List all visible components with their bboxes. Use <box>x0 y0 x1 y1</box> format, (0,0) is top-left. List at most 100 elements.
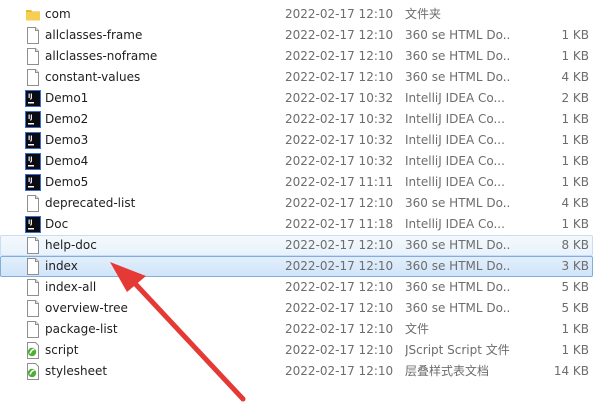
file-size: 1 KB <box>561 49 589 63</box>
file-date-modified: 2022-02-17 12:10 <box>285 7 394 21</box>
file-size: 1 KB <box>561 175 589 189</box>
intellij-file-icon: IJ <box>25 132 41 149</box>
file-name: help-doc <box>45 238 97 252</box>
file-date-modified: 2022-02-17 10:32 <box>285 154 394 168</box>
html-file-icon <box>25 27 41 44</box>
file-date-modified: 2022-02-17 12:10 <box>285 70 394 84</box>
file-row-index-all[interactable]: index-all 2022-02-17 12:10 360 se HTML Do.… <box>0 277 593 298</box>
file-type: IntelliJ IDEA Co... <box>405 112 505 126</box>
svg-text:IJ: IJ <box>28 93 32 100</box>
file-size: 1 KB <box>561 343 589 357</box>
html-file-icon <box>25 237 41 254</box>
html-file-icon <box>25 48 41 65</box>
file-size: 1 KB <box>561 133 589 147</box>
file-row-Doc[interactable]: IJ Doc 2022-02-17 11:18 IntelliJ IDEA Co...… <box>0 214 593 235</box>
file-row-constant-values[interactable]: constant-values 2022-02-17 12:10 360 se HT… <box>0 67 593 88</box>
file-row-Demo5[interactable]: IJ Demo5 2022-02-17 11:11 IntelliJ IDEA Co.… <box>0 172 593 193</box>
file-size: 4 KB <box>561 70 589 84</box>
file-date-modified: 2022-02-17 10:32 <box>285 91 394 105</box>
svg-text:IJ: IJ <box>28 156 32 163</box>
file-name: allclasses-frame <box>45 28 143 42</box>
file-name: constant-values <box>45 70 141 84</box>
file-name: Demo4 <box>45 154 89 168</box>
svg-text:IJ: IJ <box>28 177 32 184</box>
file-size: 14 KB <box>553 364 589 378</box>
file-row-allclasses-frame[interactable]: allclasses-frame 2022-02-17 12:10 360 se H… <box>0 25 593 46</box>
file-row-script[interactable]: script 2022-02-17 12:10 JScript Script 文件 1… <box>0 340 593 361</box>
intellij-file-icon: IJ <box>25 90 41 107</box>
file-name: Demo1 <box>45 91 89 105</box>
file-date-modified: 2022-02-17 12:10 <box>285 238 394 252</box>
file-date-modified: 2022-02-17 10:32 <box>285 133 394 147</box>
script-file-icon <box>25 363 41 380</box>
file-row-index[interactable]: index 2022-02-17 12:10 360 se HTML Do... 3 … <box>0 256 593 277</box>
file-date-modified: 2022-02-17 12:10 <box>285 28 394 42</box>
svg-text:IJ: IJ <box>28 135 32 142</box>
generic-file-icon <box>25 321 41 338</box>
file-date-modified: 2022-02-17 11:11 <box>285 175 394 189</box>
file-type: IntelliJ IDEA Co... <box>405 91 505 105</box>
file-size: 5 KB <box>561 301 589 315</box>
file-date-modified: 2022-02-17 12:10 <box>285 259 394 273</box>
file-date-modified: 2022-02-17 12:10 <box>285 343 394 357</box>
file-type: 360 se HTML Do... <box>405 196 511 210</box>
file-type: IntelliJ IDEA Co... <box>405 217 505 231</box>
file-name: Demo5 <box>45 175 89 189</box>
file-type: 360 se HTML Do... <box>405 70 511 84</box>
file-type: JScript Script 文件 <box>405 343 510 357</box>
file-list: com 2022-02-17 12:10 文件夹 allclasses-frame 20… <box>0 4 593 382</box>
file-date-modified: 2022-02-17 11:18 <box>285 217 394 231</box>
file-type: 文件 <box>405 322 430 336</box>
file-type: 360 se HTML Do... <box>405 28 511 42</box>
html-file-icon <box>25 69 41 86</box>
script-file-icon <box>25 342 41 359</box>
html-file-icon <box>25 279 41 296</box>
svg-text:IJ: IJ <box>28 114 32 121</box>
file-type: 层叠样式表文档 <box>405 364 490 378</box>
file-size: 1 KB <box>561 154 589 168</box>
file-name: package-list <box>45 322 118 336</box>
file-size: 5 KB <box>561 280 589 294</box>
file-size: 4 KB <box>561 196 589 210</box>
file-size: 8 KB <box>561 238 589 252</box>
file-row-deprecated-list[interactable]: deprecated-list 2022-02-17 12:10 360 se HT… <box>0 193 593 214</box>
html-file-icon <box>25 300 41 317</box>
file-name: index <box>45 259 78 273</box>
file-type: 360 se HTML Do... <box>405 259 511 273</box>
file-size: 2 KB <box>561 91 589 105</box>
file-row-Demo1[interactable]: IJ Demo1 2022-02-17 10:32 IntelliJ IDEA Co.… <box>0 88 593 109</box>
file-size: 1 KB <box>561 322 589 336</box>
file-row-Demo3[interactable]: IJ Demo3 2022-02-17 10:32 IntelliJ IDEA Co.… <box>0 130 593 151</box>
file-name: com <box>45 7 71 21</box>
file-name: overview-tree <box>45 301 128 315</box>
html-file-icon <box>25 195 41 212</box>
intellij-file-icon: IJ <box>25 216 41 233</box>
file-row-package-list[interactable]: package-list 2022-02-17 12:10 文件 1 KB <box>0 319 593 340</box>
file-row-com[interactable]: com 2022-02-17 12:10 文件夹 <box>0 4 593 25</box>
svg-text:IJ: IJ <box>28 219 32 226</box>
file-date-modified: 2022-02-17 12:10 <box>285 49 394 63</box>
file-size: 1 KB <box>561 112 589 126</box>
file-row-allclasses-noframe[interactable]: allclasses-noframe 2022-02-17 12:10 360 se… <box>0 46 593 67</box>
html-file-icon <box>25 258 41 275</box>
file-row-stylesheet[interactable]: stylesheet 2022-02-17 12:10 层叠样式表文档 14 KB <box>0 361 593 382</box>
intellij-file-icon: IJ <box>25 153 41 170</box>
file-type: 文件夹 <box>405 7 442 21</box>
file-size: 1 KB <box>561 28 589 42</box>
file-row-Demo2[interactable]: IJ Demo2 2022-02-17 10:32 IntelliJ IDEA Co.… <box>0 109 593 130</box>
file-row-help-doc[interactable]: help-doc 2022-02-17 12:10 360 se HTML Do..… <box>0 235 593 256</box>
file-type: 360 se HTML Do... <box>405 301 511 315</box>
file-name: Demo3 <box>45 133 89 147</box>
file-type: IntelliJ IDEA Co... <box>405 154 505 168</box>
file-row-overview-tree[interactable]: overview-tree 2022-02-17 12:10 360 se HTML… <box>0 298 593 319</box>
file-name: Doc <box>45 217 69 231</box>
file-name: Demo2 <box>45 112 89 126</box>
intellij-file-icon: IJ <box>25 174 41 191</box>
file-row-Demo4[interactable]: IJ Demo4 2022-02-17 10:32 IntelliJ IDEA Co.… <box>0 151 593 172</box>
file-type: 360 se HTML Do... <box>405 280 511 294</box>
file-type: IntelliJ IDEA Co... <box>405 133 505 147</box>
file-name: script <box>45 343 79 357</box>
intellij-file-icon: IJ <box>25 111 41 128</box>
file-type: IntelliJ IDEA Co... <box>405 175 505 189</box>
folder-icon <box>25 6 41 23</box>
